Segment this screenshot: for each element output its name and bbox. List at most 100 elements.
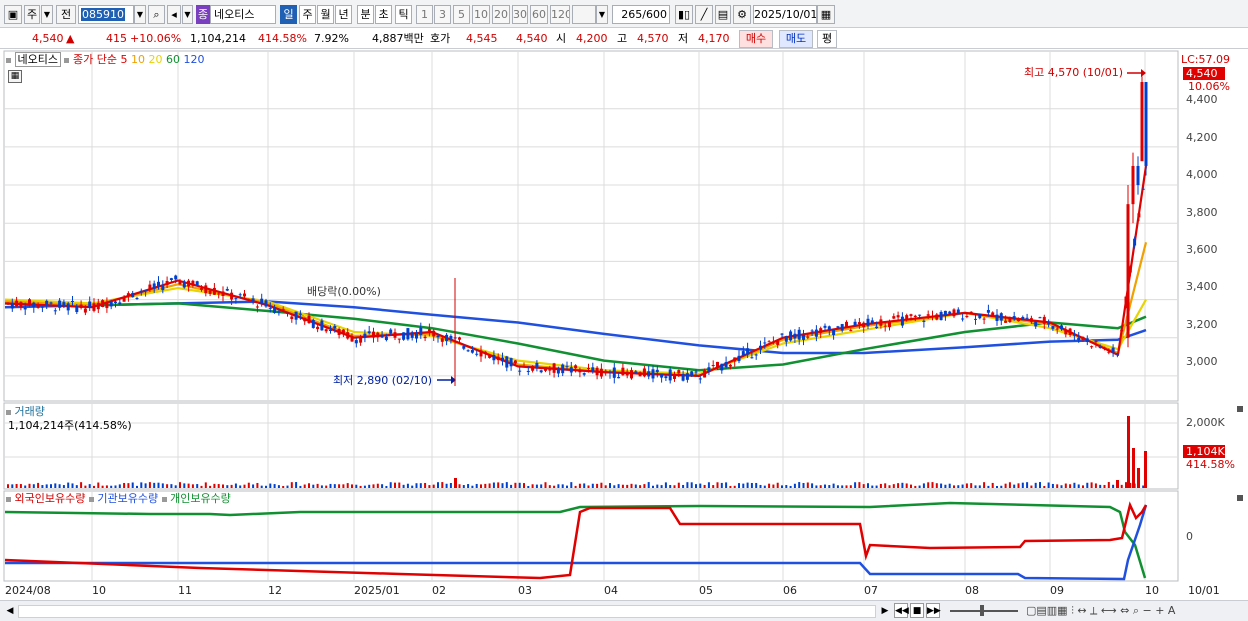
interval-button-7[interactable]: 120 [550, 5, 570, 24]
table-icon[interactable]: ▦ [8, 70, 22, 83]
volume-bar [733, 485, 736, 488]
window-menu-icon[interactable]: ▣ [4, 5, 22, 24]
volume-bar [290, 482, 293, 488]
candle-body [982, 318, 986, 320]
speaker-icon[interactable]: ◂ [167, 5, 181, 24]
period-tab-6[interactable]: 틱 [395, 5, 412, 24]
current-price: 4,540 [32, 32, 64, 45]
volume-bar [677, 482, 680, 488]
candle-body [492, 354, 496, 361]
interval-button-0[interactable]: 1 [416, 5, 433, 24]
volume-bar [621, 484, 624, 488]
gear-icon[interactable]: ⚙ [733, 5, 751, 24]
market-dropdown-icon[interactable]: ▼ [41, 5, 53, 24]
save-icon[interactable]: ▤ [715, 5, 731, 24]
volume-bar [578, 483, 581, 488]
buy-button[interactable]: 매수 [739, 30, 773, 48]
volume-bar [243, 484, 246, 488]
volume-bar [1004, 483, 1007, 488]
volume-bar [746, 482, 749, 488]
candle-body [238, 294, 242, 296]
candle-body [88, 301, 92, 308]
interval-button-4[interactable]: 20 [492, 5, 510, 24]
market-select[interactable]: 주 [24, 5, 40, 24]
volume-bar [247, 482, 250, 488]
prev-label: 전 [60, 8, 72, 21]
candle-body [139, 290, 143, 293]
avg-button[interactable]: 평 [817, 30, 837, 48]
x-tick: 2025/01 [354, 584, 400, 597]
candle-body [582, 373, 586, 375]
candle-body [539, 370, 543, 373]
period-tab-2[interactable]: 월 [317, 5, 334, 24]
rewind-icon[interactable]: ◀◀ [894, 603, 909, 618]
interval-button-1[interactable]: 3 [434, 5, 451, 24]
candle-body [131, 292, 135, 298]
view-tools-icon[interactable]: ▢▤▥▦ ⫶ ↔ ⟂ ⟷ ⇔ ⌕ − + A [1026, 604, 1175, 618]
dividend-annotation: 배당락(0.00%) [307, 285, 381, 298]
volume-bar [596, 483, 599, 488]
sell-button[interactable]: 매도 [779, 30, 813, 48]
volume-bar [432, 484, 435, 488]
candle-body [913, 315, 917, 318]
stop-icon[interactable]: ■ [910, 603, 924, 618]
interval-dropdown-icon[interactable]: ▼ [596, 5, 608, 24]
draw-tool-icon[interactable]: ╱ [695, 5, 713, 24]
interval-button-5[interactable]: 30 [512, 5, 528, 24]
stock-name-field[interactable]: 네오티스 [210, 5, 276, 24]
volume-bar [213, 483, 216, 488]
volume-spike [1132, 448, 1135, 488]
interval-button-3[interactable]: 10 [472, 5, 490, 24]
period-tab-5[interactable]: 초 [375, 5, 392, 24]
chart-area[interactable]: 네오티스 종가 단순 5 10 20 60 120 ▦ LC:57.09 4,5… [0, 50, 1248, 621]
price-tick: 4,200 [1186, 131, 1218, 144]
volume-bar [686, 482, 689, 488]
legend-stock-name[interactable]: 네오티스 [14, 52, 61, 67]
speaker-dropdown-icon[interactable]: ▼ [182, 5, 193, 24]
chart-canvas[interactable] [0, 50, 1248, 621]
scroll-right-icon[interactable]: ▶ [878, 604, 892, 618]
volume-bar [277, 485, 280, 488]
volume-bar [75, 485, 78, 488]
volume-bar [471, 485, 474, 488]
search-icon[interactable]: ⌕ [148, 5, 165, 24]
candle-body [664, 376, 668, 379]
candle-type-icon[interactable]: ▮▯ [675, 5, 693, 24]
code-input[interactable]: 085910 [78, 5, 134, 24]
candle-body [677, 370, 681, 374]
calendar-icon[interactable]: ▦ [817, 5, 835, 24]
period-tab-4[interactable]: 분 [357, 5, 374, 24]
speed-slider[interactable] [950, 610, 1018, 612]
volume-bar [97, 482, 100, 488]
forward-icon[interactable]: ▶▶ [926, 603, 941, 618]
period-tab-0[interactable]: 일 [280, 5, 297, 24]
code-dropdown-icon[interactable]: ▼ [134, 5, 146, 24]
scroll-track[interactable] [18, 605, 876, 618]
candle-body [999, 313, 1003, 321]
candle-body [724, 362, 728, 368]
price-tick: 3,200 [1186, 318, 1218, 331]
prev-button[interactable]: 전 [56, 5, 76, 24]
interval-button-6[interactable]: 60 [530, 5, 548, 24]
interval-custom-field[interactable] [572, 5, 596, 24]
volume-bar [561, 484, 564, 488]
volume-bar [1060, 485, 1063, 488]
volume-bar [256, 482, 259, 488]
speed-slider-handle[interactable] [980, 605, 984, 616]
candle-body [1034, 321, 1038, 327]
candle-body [556, 369, 560, 374]
count-field[interactable]: 265/600 [612, 5, 670, 24]
candle-body [75, 305, 79, 312]
interval-button-2[interactable]: 5 [453, 5, 470, 24]
candle-body [1042, 316, 1046, 324]
date-field[interactable]: 2025/10/01 [753, 5, 817, 24]
volume-bar [338, 484, 341, 488]
period-tab-3[interactable]: 년 [335, 5, 352, 24]
high-label: 고 [617, 32, 628, 45]
candle-body [462, 346, 466, 349]
period-tab-1[interactable]: 주 [299, 5, 316, 24]
volume-bar [961, 484, 964, 488]
candle-body [548, 369, 552, 371]
candle-body [948, 311, 952, 314]
scroll-left-icon[interactable]: ◀ [3, 604, 17, 618]
